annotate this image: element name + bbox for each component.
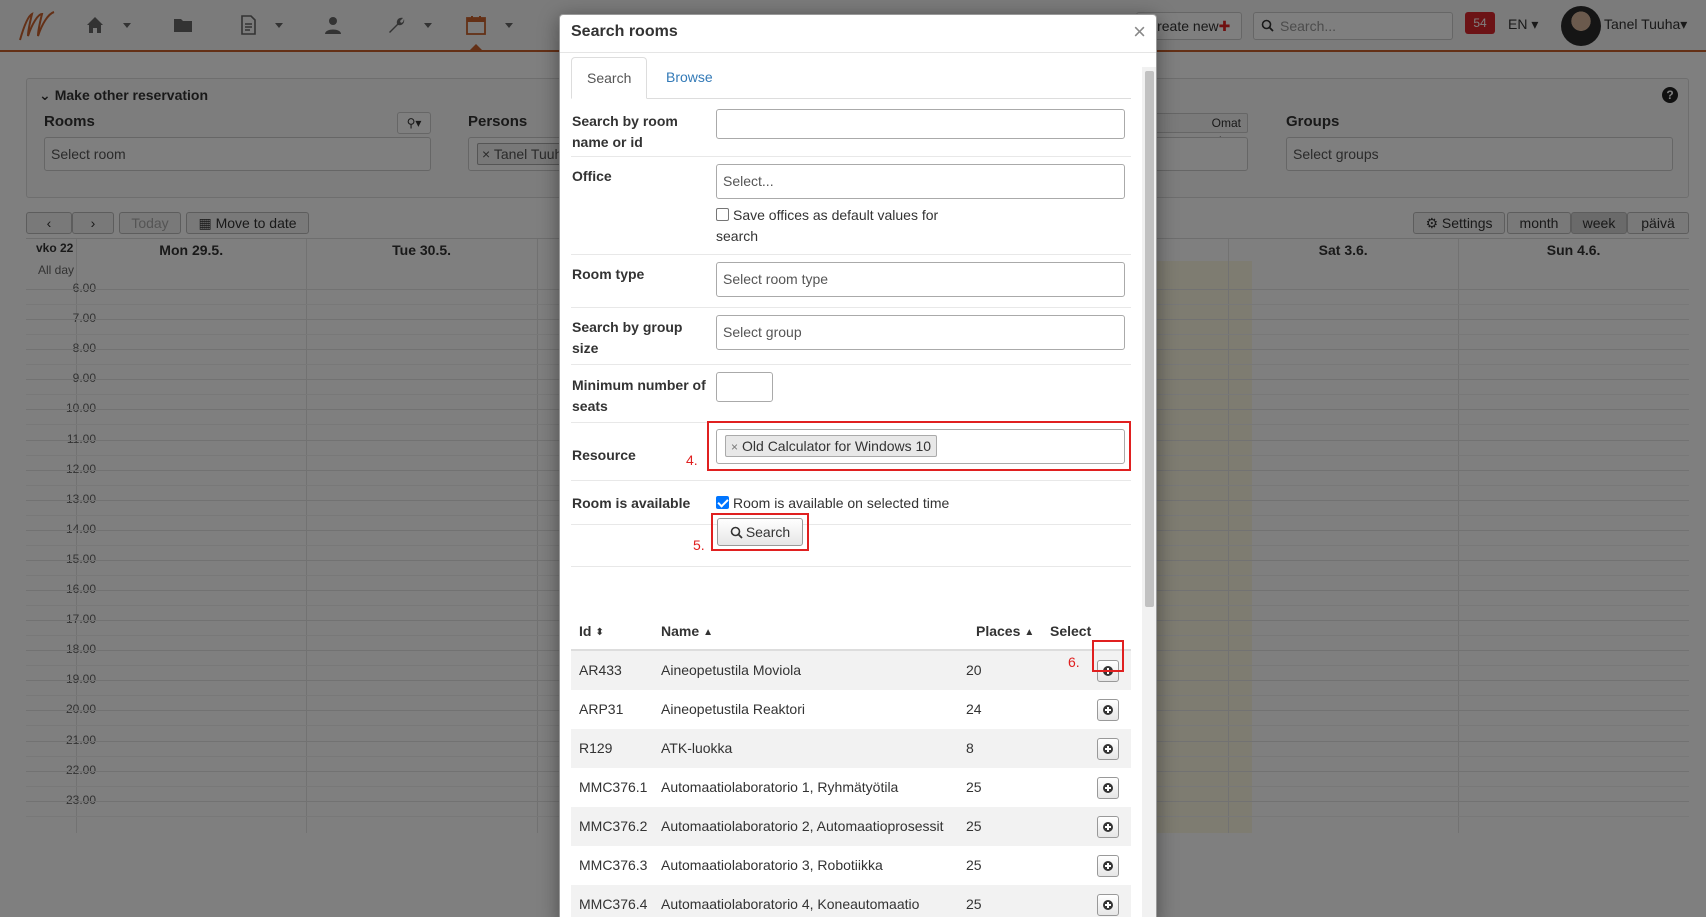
plus-circle-icon [1103,900,1113,910]
cell-id: MMC376.1 [579,779,648,795]
cell-id: ARP31 [579,701,624,717]
column-header-id[interactable]: Id ⬍ [579,613,604,649]
min-seats-label: Minimum number of seats [572,377,706,414]
dialog-title: Search rooms [571,23,678,40]
room-name-row: Search by room name or id [571,101,1131,157]
step-5-marker: 5. [693,537,705,553]
select-room-button[interactable] [1097,699,1119,721]
table-row[interactable]: R129 ATK-luokka 8 [571,729,1131,768]
cell-id: MMC376.2 [579,818,648,834]
room-type-row: Room type Select room type [571,255,1131,308]
cell-places: 8 [966,740,974,756]
available-row: Room is available Room is available on s… [571,481,1131,525]
table-row[interactable]: MMC376.3 Automaatiolaboratorio 3, Robotii… [571,846,1131,885]
save-offices-checkbox[interactable] [716,208,729,221]
column-id-label: Id [579,623,592,639]
cell-id: MMC376.3 [579,857,648,873]
office-select[interactable]: Select... [716,164,1125,199]
room-type-label: Room type [572,266,645,282]
cell-name: Aineopetustila Reaktori [661,701,805,717]
available-checkbox[interactable] [716,496,729,509]
table-row[interactable]: AR433 Aineopetustila Moviola 20 [571,651,1131,690]
cell-name: Automaatiolaboratorio 3, Robotiikka [661,857,883,873]
group-size-select[interactable]: Select group [716,315,1125,350]
search-rooms-dialog: Search rooms × Search Browse Search by r… [559,14,1157,917]
select-room-button[interactable] [1097,738,1119,760]
table-row[interactable]: MMC376.2 Automaatiolaboratorio 2, Automaa… [571,807,1131,846]
tab-search[interactable]: Search [571,57,648,99]
available-checkbox-row[interactable]: Room is available on selected time [716,493,949,514]
select-room-button[interactable] [1097,894,1119,916]
save-offices-label: Save offices as default values for searc… [716,207,939,244]
resource-chip[interactable]: × Old Calculator for Windows 10 [725,435,938,457]
step-4-marker: 4. [686,452,698,468]
column-header-select: Select [1050,623,1092,639]
column-header-name[interactable]: Name ▲ [661,613,713,649]
room-type-select[interactable]: Select room type [716,262,1125,297]
dialog-header: Search rooms × [560,15,1156,53]
min-seats-input[interactable] [716,372,773,402]
group-size-label: Search by group size [572,319,683,356]
tab-browse[interactable]: Browse [651,57,728,99]
room-name-label: Search by room name or id [572,113,678,150]
cell-places: 24 [966,701,982,717]
column-places-label: Places [976,623,1021,639]
group-size-row: Search by group size Select group [571,308,1131,365]
plus-circle-icon [1103,705,1113,715]
table-row[interactable]: MMC376.1 Automaatiolaboratorio 1, Ryhmäty… [571,768,1131,807]
cell-name: Automaatiolaboratorio 2, Automaatioprose… [661,818,944,834]
cell-places: 25 [966,779,982,795]
cell-id: AR433 [579,662,622,678]
cell-name: Automaatiolaboratorio 4, Koneautomaatio [661,896,920,912]
step-6-marker: 6. [1068,654,1080,670]
close-icon[interactable]: × [1133,19,1146,45]
select-room-button[interactable] [1097,816,1119,838]
remove-icon[interactable]: × [731,440,738,454]
dialog-tabs: Search Browse [571,57,1131,99]
plus-circle-icon [1103,861,1113,871]
cell-name: Aineopetustila Moviola [661,662,802,678]
search-button-label: Search [745,524,791,540]
cell-places: 25 [966,896,982,912]
available-label: Room is available [572,495,691,511]
min-seats-row: Minimum number of seats [571,365,1131,423]
plus-circle-icon [1103,783,1113,793]
column-header-places[interactable]: Places ▲ [976,613,1034,649]
column-name-label: Name [661,623,700,639]
save-offices-checkbox-row[interactable]: Save offices as default values for searc… [716,205,956,247]
cell-places: 20 [966,662,982,678]
select-room-button[interactable] [1097,777,1119,799]
cell-places: 25 [966,857,982,873]
plus-circle-icon [1103,822,1113,832]
scrollbar-thumb[interactable] [1145,71,1154,607]
sort-asc-icon: ▲ [1024,627,1035,638]
cell-name: Automaatiolaboratorio 1, Ryhmätyötila [661,779,899,795]
sort-icon: ⬍ [595,627,604,638]
sort-asc-icon: ▲ [703,627,714,638]
table-row[interactable]: MMC376.4 Automaatiolaboratorio 4, Koneaut… [571,885,1131,917]
room-name-input[interactable] [716,109,1125,139]
resource-select[interactable]: × Old Calculator for Windows 10 [716,429,1125,464]
office-row: Office Select... Save offices as default… [571,157,1131,255]
table-row[interactable]: ARP31 Aineopetustila Reaktori 24 [571,690,1131,729]
office-label: Office [572,168,612,184]
search-icon [730,526,743,539]
plus-circle-icon [1103,744,1113,754]
cell-id: MMC376.4 [579,896,648,912]
cell-id: R129 [579,740,613,756]
search-button-row [571,525,1131,567]
cell-places: 25 [966,818,982,834]
available-check-label: Room is available on selected time [733,495,950,511]
cell-name: ATK-luokka [661,740,733,756]
highlight-select-button [1092,640,1124,672]
search-button[interactable]: Search [717,518,803,546]
resource-chip-label: Old Calculator for Windows 10 [742,438,932,454]
select-room-button[interactable] [1097,855,1119,877]
